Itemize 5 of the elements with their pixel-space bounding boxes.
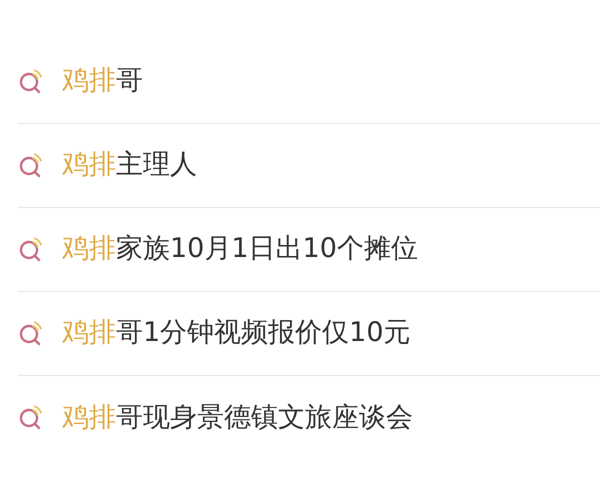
suggestion-item[interactable]: 鸡排哥现身景德镇文旅座谈会 [62, 398, 413, 438]
suggestion-item[interactable]: 鸡排哥1分钟视频报价仅10元 [62, 313, 411, 354]
suggestion-item[interactable]: 鸡排哥 [62, 61, 143, 102]
suggestion-item[interactable]: 鸡排主理人 [62, 145, 197, 186]
suggestion-item[interactable]: 鸡排家族10月1日出10个摊位 [62, 229, 418, 270]
